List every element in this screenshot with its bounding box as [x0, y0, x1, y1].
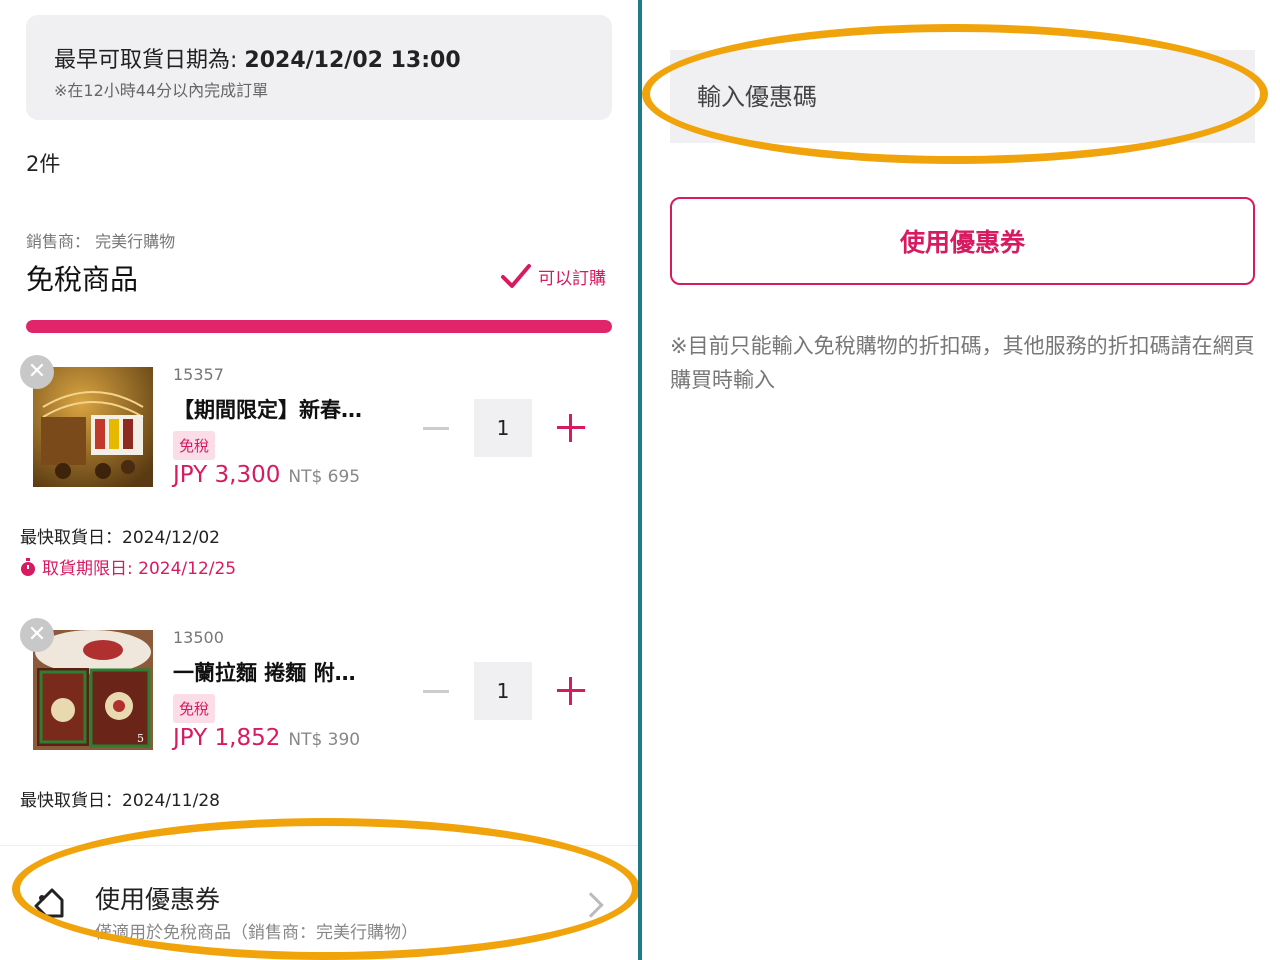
pickup-datetime: 2024/12/02 13:00	[244, 48, 461, 73]
decrease-quantity-button[interactable]	[423, 427, 449, 430]
remove-item-button[interactable]: ✕	[20, 355, 54, 389]
quantity-field[interactable]: 1	[474, 662, 532, 720]
close-icon: ✕	[27, 622, 47, 647]
progress-fill	[26, 320, 612, 333]
product-name[interactable]: 【期間限定】新春…	[173, 394, 362, 424]
tax-free-badge: 免稅	[173, 694, 216, 723]
product-price: JPY 3,300 NT$ 695	[173, 462, 361, 488]
close-icon: ✕	[27, 359, 47, 384]
use-coupon-label: 使用優惠券	[95, 885, 221, 914]
order-status: 可以訂購	[500, 262, 606, 290]
use-coupon-row[interactable]: 使用優惠券 僅適用於免稅商品（銷售商：完美行購物）	[0, 845, 638, 960]
pickup-title: 最早可取貨日期為: 2024/12/02 13:00	[54, 48, 461, 73]
pickup-deadline: 取貨期限日: 2024/12/25	[20, 554, 236, 579]
product-sku: 15357	[173, 365, 224, 384]
use-coupon-subtitle: 僅適用於免稅商品（銷售商：完美行購物）	[95, 923, 418, 943]
section-title: 免稅商品	[26, 263, 139, 296]
svg-text:5: 5	[137, 732, 144, 745]
pickup-note: ※在12小時44分以內完成訂單	[54, 81, 269, 100]
seller-label: 銷售商： 完美行購物	[26, 232, 176, 251]
checkmark-icon	[501, 264, 531, 288]
tax-free-badge: 免稅	[173, 431, 216, 460]
pickup-banner: 最早可取貨日期為: 2024/12/02 13:00 ※在12小時44分以內完成…	[26, 15, 612, 120]
increase-quantity-button[interactable]	[557, 677, 585, 705]
cart-screen: 最早可取貨日期為: 2024/12/02 13:00 ※在12小時44分以內完成…	[0, 0, 638, 960]
remove-item-button[interactable]: ✕	[20, 618, 54, 652]
tag-icon	[34, 888, 64, 918]
timer-icon	[21, 557, 35, 576]
product-image[interactable]: 5	[33, 630, 153, 750]
coupon-screen: 使用優惠券 ※目前只能輸入免稅購物的折扣碼，其他服務的折扣碼請在網頁購買時輸入	[642, 0, 1280, 960]
product-sku: 13500	[173, 628, 224, 647]
coupon-code-input[interactable]	[670, 50, 1255, 143]
pickup-deadline-label: 取貨期限日: 2024/12/25	[42, 559, 237, 579]
chevron-right-icon	[578, 892, 604, 918]
increase-quantity-button[interactable]	[557, 414, 585, 442]
product-image[interactable]	[33, 367, 153, 487]
item-count: 2件	[26, 152, 61, 176]
product-price: JPY 1,852 NT$ 390	[173, 725, 361, 751]
cart-item: ✕ 15357 【期間限定】新春… 免稅 JPY 3,300 NT$ 695 1 …	[0, 355, 638, 585]
product-name[interactable]: 一蘭拉麵 捲麵 附…	[173, 657, 356, 687]
order-status-label: 可以訂購	[538, 268, 606, 289]
cart-item: 5 ✕ 13500 一蘭拉麵 捲麵 附… 免稅 JPY 1,852 NT$ 390…	[0, 618, 638, 818]
earliest-pickup-date: 最快取貨日：2024/12/02	[20, 528, 220, 548]
product-price-twd: NT$ 390	[288, 730, 361, 750]
coupon-note: ※目前只能輸入免稅購物的折扣碼，其他服務的折扣碼請在網頁購買時輸入	[670, 334, 1255, 392]
earliest-pickup-date: 最快取貨日：2024/11/28	[20, 791, 220, 811]
decrease-quantity-button[interactable]	[423, 690, 449, 693]
quantity-field[interactable]: 1	[474, 399, 532, 457]
apply-coupon-button[interactable]: 使用優惠券	[670, 197, 1255, 285]
progress-bar	[26, 320, 612, 333]
product-price-twd: NT$ 695	[288, 467, 361, 487]
